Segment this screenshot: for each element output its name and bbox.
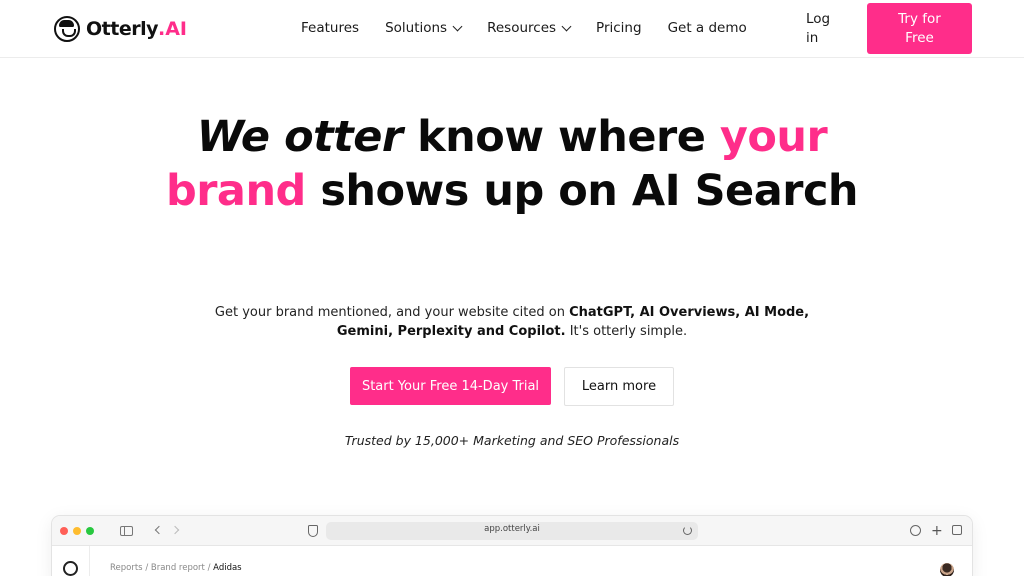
close-dot-icon	[60, 527, 68, 535]
try-free-button[interactable]: Try for Free	[867, 3, 972, 54]
hero-subtitle: Get your brand mentioned, and your websi…	[200, 303, 824, 341]
breadcrumb: Reports / Brand report / Adidas	[110, 563, 242, 573]
nav-features-label: Features	[301, 20, 360, 36]
otter-logo-icon	[54, 16, 80, 42]
nav-get-demo[interactable]: Get a demo	[668, 20, 747, 36]
shield-icon	[308, 525, 318, 537]
chevron-down-icon	[452, 21, 463, 31]
login-link[interactable]: Log in	[806, 10, 836, 48]
nav-solutions[interactable]: Solutions	[385, 20, 463, 36]
brand-suffix: .AI	[157, 18, 187, 40]
hero-subtitle-text-1: Get your brand mentioned, and your websi…	[214, 305, 570, 320]
nav-resources[interactable]: Resources	[487, 20, 572, 36]
sidebar-divider	[89, 546, 90, 576]
nav-pricing[interactable]: Pricing	[596, 20, 642, 36]
reload-icon	[683, 526, 692, 535]
top-nav: Otterly.AI Features Solutions Resources …	[0, 0, 1024, 58]
hero-title-italic: We otter	[196, 112, 403, 162]
tabs-overview-icon	[952, 525, 962, 535]
app-preview-window: app.otterly.ai + Reports / Brand report …	[52, 516, 972, 576]
sidebar-toggle-icon	[120, 526, 133, 536]
nav-features[interactable]: Features	[301, 20, 359, 36]
hero-title-text-1: know where	[402, 112, 720, 162]
breadcrumb-current: Adidas	[213, 563, 242, 573]
nav-pricing-label: Pricing	[596, 20, 642, 36]
new-tab-icon: +	[931, 523, 943, 539]
browser-toolbar: app.otterly.ai +	[52, 516, 972, 546]
back-arrow-icon	[154, 525, 164, 535]
download-icon	[910, 525, 921, 536]
brand-logo[interactable]: Otterly.AI	[54, 16, 187, 42]
main-menu: Features Solutions Resources Pricing Get…	[301, 20, 773, 36]
app-logo-icon	[63, 561, 78, 576]
hero-title-text-2: shows up on AI Search	[305, 166, 859, 216]
chevron-down-icon	[561, 21, 572, 31]
learn-more-button[interactable]: Learn more	[564, 367, 674, 406]
minimize-dot-icon	[73, 527, 81, 535]
nav-resources-label: Resources	[487, 20, 557, 36]
maximize-dot-icon	[86, 527, 94, 535]
address-bar: app.otterly.ai	[326, 522, 698, 540]
brand-name: Otterly	[86, 18, 158, 40]
forward-arrow-icon	[170, 525, 180, 535]
start-trial-button[interactable]: Start Your Free 14-Day Trial	[350, 367, 551, 405]
hero-title: We otter know where your brand shows up …	[150, 110, 874, 218]
avatar	[940, 563, 954, 576]
breadcrumb-brand-report: Brand report	[150, 563, 205, 573]
trusted-by-text: Trusted by 15,000+ Marketing and SEO Pro…	[344, 433, 680, 448]
nav-get-demo-label: Get a demo	[667, 20, 747, 36]
hero-subtitle-text-2: It's otterly simple.	[565, 324, 688, 339]
breadcrumb-reports: Reports	[110, 563, 143, 573]
address-url: app.otterly.ai	[484, 524, 540, 534]
nav-solutions-label: Solutions	[385, 20, 448, 36]
